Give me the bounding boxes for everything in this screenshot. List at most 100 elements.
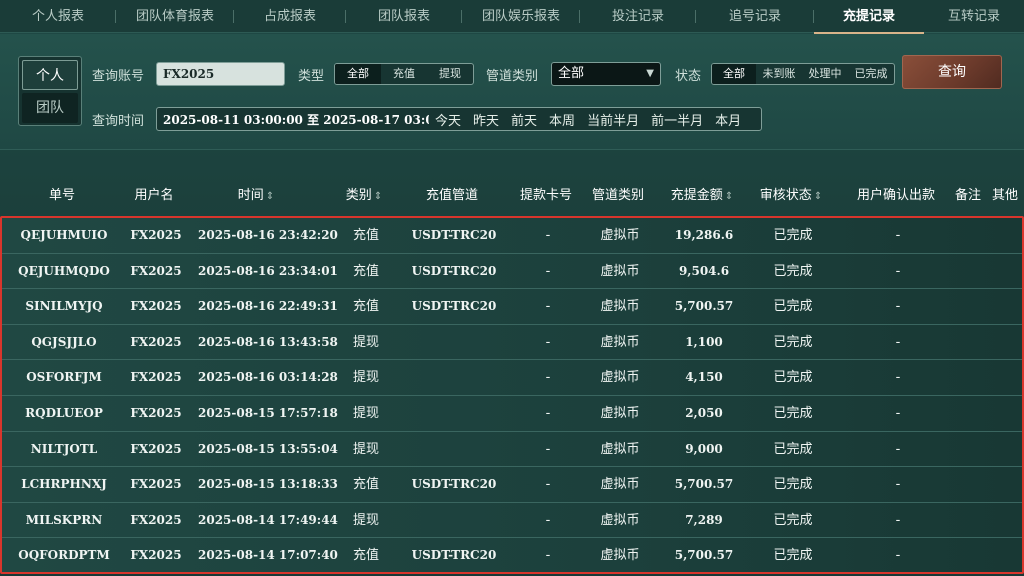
- scope-team-button[interactable]: 团队: [22, 92, 78, 123]
- quick-range-previous-half-month[interactable]: 前一半月: [645, 110, 709, 129]
- channel-select[interactable]: 全部 ▼: [551, 62, 661, 86]
- table-row[interactable]: QEJUHMUIO FX2025 2025-08-16 23:42:20 充值 USDT…: [2, 218, 1022, 254]
- type-label: 类型: [298, 69, 325, 84]
- quick-range-current-half-month[interactable]: 当前半月: [581, 110, 645, 129]
- tab-team-entertainment-report[interactable]: 团队娱乐报表: [462, 0, 580, 33]
- table-row[interactable]: QEJUHMQDO FX2025 2025-08-16 23:34:01 充值 USDT…: [2, 254, 1022, 290]
- table-row[interactable]: NILTJOTL FX2025 2025-08-15 13:55:04 提现 - 虚拟币 9…: [2, 432, 1022, 468]
- tab-bet-records[interactable]: 投注记录: [580, 0, 696, 33]
- cell-category: 提现: [352, 334, 379, 350]
- cell-user-confirm: -: [895, 512, 901, 528]
- time-range-box: 2025-08-11 03:00:00 至 2025-08-17 03:00:0…: [156, 107, 762, 131]
- col-remark: 备注: [954, 188, 981, 203]
- cell-time: 2025-08-16 22:49:31: [198, 299, 338, 314]
- cell-time: 2025-08-15 13:18:33: [198, 477, 338, 492]
- channel-select-value: 全部: [558, 66, 585, 81]
- col-amount[interactable]: 充提金额 ⇕: [662, 182, 742, 210]
- cell-username: FX2025: [130, 406, 182, 420]
- tab-deposit-withdraw-records[interactable]: 充提记录: [814, 0, 924, 34]
- quick-range-this-week[interactable]: 本周: [543, 110, 581, 129]
- cell-category: 充值: [352, 228, 379, 243]
- cell-deposit-channel: USDT-TRC20: [411, 263, 497, 278]
- cell-withdraw-card: -: [545, 334, 551, 350]
- col-category[interactable]: 类别 ⇕: [336, 182, 392, 210]
- scope-personal-button[interactable]: 个人: [22, 59, 78, 90]
- cell-user-confirm: -: [895, 548, 901, 564]
- time-range-input[interactable]: 2025-08-11 03:00:00 至 2025-08-17 03:00:0…: [157, 111, 429, 128]
- tab-team-report[interactable]: 团队报表: [346, 0, 462, 33]
- status-segmented: 全部 未到账 处理中 已完成: [711, 63, 895, 85]
- cell-time: 2025-08-16 23:42:20: [198, 228, 338, 242]
- cell-review-status: 已完成: [773, 370, 813, 386]
- cell-review-status: 已完成: [773, 441, 813, 457]
- cell-withdraw-card: -: [545, 548, 551, 564]
- account-label: 查询账号: [92, 69, 145, 84]
- quick-range-this-month[interactable]: 本月: [709, 110, 747, 129]
- cell-channel-type: 虚拟币: [600, 334, 640, 350]
- cell-username: FX2025: [130, 228, 182, 242]
- tab-personal-report[interactable]: 个人报表: [0, 0, 116, 33]
- cell-user-confirm: -: [895, 228, 901, 243]
- cell-username: FX2025: [130, 441, 182, 456]
- cell-channel-type: 虚拟币: [600, 228, 640, 243]
- cell-review-status: 已完成: [773, 548, 813, 564]
- type-option-all[interactable]: 全部: [335, 64, 381, 84]
- table-row[interactable]: SINILMYJQ FX2025 2025-08-16 22:49:31 充值 USDT…: [2, 289, 1022, 325]
- cell-channel-type: 虚拟币: [600, 370, 640, 386]
- cell-deposit-channel: [404, 396, 504, 431]
- table-row[interactable]: RQDLUEOP FX2025 2025-08-15 17:57:18 提现 - 虚拟币 2…: [2, 396, 1022, 432]
- col-time-label: 时间: [237, 188, 264, 203]
- cell-user-confirm: -: [895, 441, 901, 457]
- cell-username: FX2025: [130, 299, 182, 314]
- cell-review-status: 已完成: [773, 299, 813, 315]
- cell-username: FX2025: [130, 512, 182, 527]
- quick-range-day-before[interactable]: 前天: [505, 110, 543, 129]
- account-input[interactable]: FX2025: [156, 62, 285, 86]
- cell-user-confirm: -: [895, 406, 901, 421]
- col-order-no: 单号: [48, 188, 75, 203]
- type-segmented: 全部 充值 提现: [334, 63, 474, 85]
- col-other: 其他: [991, 188, 1018, 203]
- cell-channel-type: 虚拟币: [600, 477, 640, 493]
- cell-amount: 7,289: [685, 512, 723, 527]
- tab-share-report[interactable]: 占成报表: [234, 0, 346, 33]
- tab-team-sports-report[interactable]: 团队体育报表: [116, 0, 234, 33]
- cell-withdraw-card: -: [545, 299, 551, 315]
- cell-channel-type: 虚拟币: [600, 548, 640, 564]
- type-option-withdraw[interactable]: 提现: [427, 64, 473, 84]
- table-row[interactable]: LCHRPHNXJ FX2025 2025-08-15 13:18:33 充值 USDT…: [2, 467, 1022, 503]
- status-option-not-arrived[interactable]: 未到账: [756, 64, 802, 84]
- cell-deposit-channel: [404, 503, 504, 538]
- cell-time: 2025-08-14 17:07:40: [198, 548, 338, 563]
- records-table: QEJUHMUIO FX2025 2025-08-16 23:42:20 充值 USDT…: [0, 216, 1024, 574]
- query-button[interactable]: 查询: [902, 55, 1002, 89]
- cell-order-no: QGJSJJLO: [31, 334, 97, 349]
- cell-withdraw-card: -: [545, 512, 551, 528]
- tab-transfer-records[interactable]: 互转记录: [924, 0, 1024, 33]
- sort-icon: ⇕: [813, 191, 823, 202]
- cell-amount: 1,100: [685, 334, 723, 349]
- cell-amount: 5,700.57: [674, 299, 734, 314]
- cell-review-status: 已完成: [773, 477, 813, 493]
- col-review-status[interactable]: 审核状态 ⇕: [754, 182, 828, 210]
- cell-category: 提现: [352, 370, 379, 386]
- table-row[interactable]: QGJSJJLO FX2025 2025-08-16 13:43:58 提现 - 虚拟币 1…: [2, 325, 1022, 361]
- sort-icon: ⇕: [724, 191, 734, 202]
- status-option-all[interactable]: 全部: [712, 64, 756, 84]
- col-time[interactable]: 时间 ⇕: [224, 182, 288, 210]
- cell-deposit-channel: [404, 360, 504, 395]
- type-option-deposit[interactable]: 充值: [381, 64, 427, 84]
- tab-chase-records[interactable]: 追号记录: [696, 0, 814, 33]
- table-row[interactable]: MILSKPRN FX2025 2025-08-14 17:49:44 提现 - 虚拟币 7…: [2, 503, 1022, 539]
- status-option-completed[interactable]: 已完成: [848, 64, 894, 84]
- status-option-processing[interactable]: 处理中: [802, 64, 848, 84]
- col-withdraw-card: 提款卡号: [519, 188, 572, 203]
- cell-amount: 5,700.57: [674, 477, 734, 492]
- table-row[interactable]: OQFORDPTM FX2025 2025-08-14 17:07:40 充值 USDT…: [2, 538, 1022, 574]
- table-row[interactable]: OSFORFJM FX2025 2025-08-16 03:14:28 提现 - 虚拟币 4…: [2, 360, 1022, 396]
- quick-range-yesterday[interactable]: 昨天: [467, 110, 505, 129]
- cell-time: 2025-08-16 03:14:28: [198, 370, 338, 385]
- col-amount-label: 充提金额: [670, 188, 723, 203]
- quick-range-today[interactable]: 今天: [429, 110, 467, 129]
- cell-amount: 2,050: [685, 406, 723, 420]
